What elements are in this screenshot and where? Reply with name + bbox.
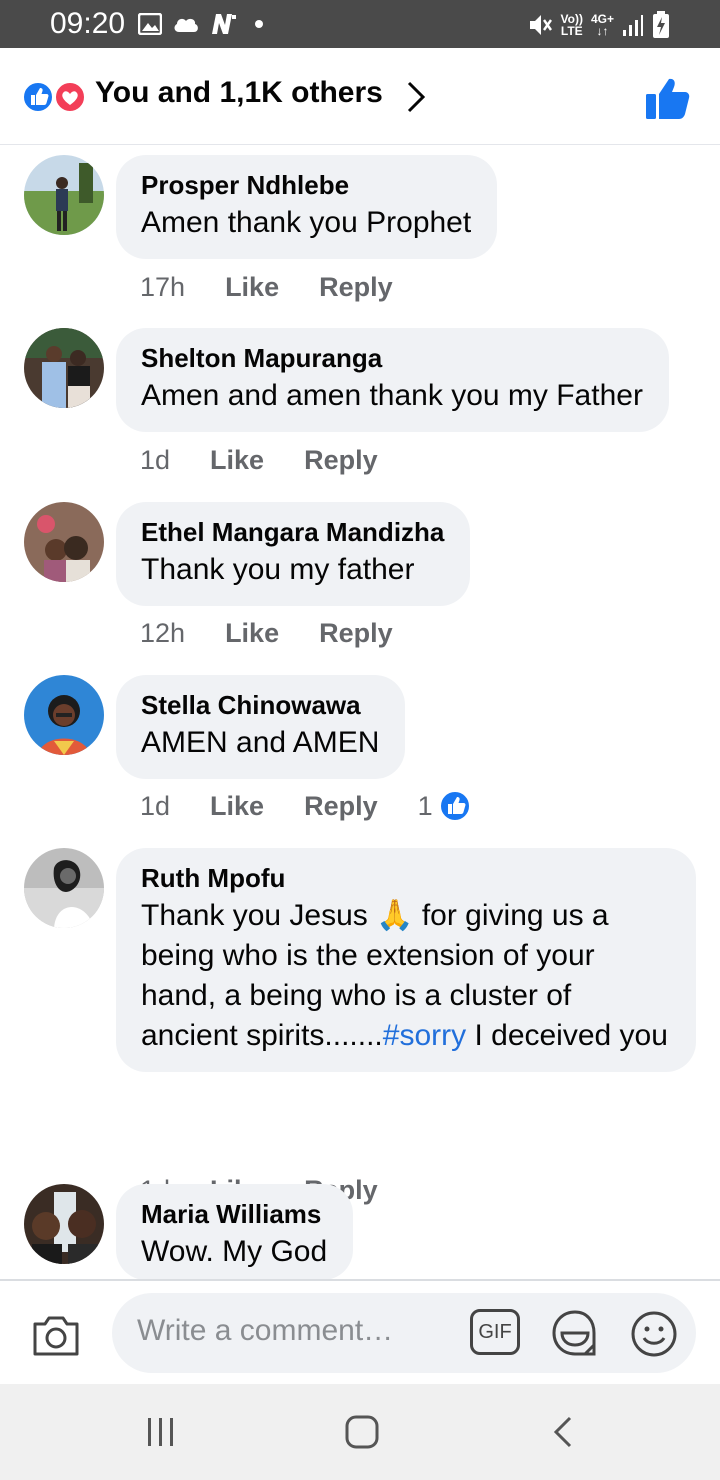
avatar-photo — [24, 328, 104, 408]
avatar[interactable] — [24, 1184, 104, 1264]
comment-time: 1d — [140, 444, 171, 475]
battery-charging-icon — [653, 11, 669, 38]
comment-author[interactable]: Prosper Ndhlebe — [141, 169, 471, 201]
like-link[interactable]: Like — [210, 445, 264, 476]
mute-icon — [529, 15, 552, 35]
smiley-icon[interactable] — [630, 1310, 678, 1358]
camera-icon[interactable] — [31, 1312, 81, 1358]
comment-text: Thank you Jesus 🙏 for giving us a being … — [141, 896, 670, 1056]
avatar[interactable] — [24, 502, 104, 582]
n-app-icon — [212, 14, 236, 34]
network-label-bottom: LTE — [560, 24, 583, 38]
comment-bubble[interactable]: Prosper Ndhlebe Amen thank you Prophet — [116, 155, 498, 259]
comment-text: Thank you my father — [141, 553, 415, 586]
comment-bubble[interactable]: Stella Chinowawa AMEN and AMEN — [116, 675, 406, 779]
comment-author[interactable]: Ethel Mangara Mandizha — [141, 516, 444, 548]
recent-apps-icon[interactable] — [145, 1414, 177, 1450]
home-icon[interactable] — [344, 1414, 380, 1450]
dot-icon — [255, 20, 263, 28]
comment-actions: 1d Like Reply 1 — [140, 786, 471, 826]
reaction-count-number: 1 — [417, 790, 433, 821]
comment-text: Amen and amen thank you my Father — [141, 379, 643, 412]
reply-link[interactable]: Reply — [319, 272, 393, 303]
gif-icon[interactable]: GIF — [470, 1309, 520, 1355]
hashtag-link[interactable]: #sorry — [383, 1019, 466, 1052]
like-badge-icon — [438, 790, 471, 822]
reply-link[interactable]: Reply — [319, 618, 393, 649]
status-right-icons: Vo)) LTE 4G+ ↓↑ — [527, 10, 670, 40]
status-left-icons — [138, 10, 270, 38]
sticker-icon[interactable] — [550, 1309, 600, 1359]
comment-actions: 1d Like Reply — [140, 440, 378, 480]
status-time: 09:20 — [50, 7, 126, 40]
reaction-summary[interactable]: You and 1,1K others — [95, 76, 383, 110]
signal-icon — [623, 15, 643, 36]
like-link[interactable]: Like — [210, 791, 264, 822]
gif-label: GIF — [478, 1320, 512, 1343]
comment-text-end: I deceived you — [466, 1019, 668, 1052]
avatar-photo — [24, 502, 104, 582]
comment-input[interactable]: Write a comment… GIF — [112, 1293, 696, 1373]
comment-actions: 17h Like Reply — [140, 267, 393, 307]
comment-text: Amen thank you Prophet — [141, 206, 472, 239]
avatar-photo — [24, 155, 104, 235]
comment-text: Wow. My God — [141, 1235, 328, 1268]
comment-text-start: Thank you Jesus — [141, 899, 368, 932]
thumbs-up-icon[interactable] — [644, 76, 690, 120]
comment-author[interactable]: Ruth Mpofu — [141, 862, 670, 894]
status-bar: 09:20 Vo)) LTE 4G+ ↓↑ — [0, 0, 720, 48]
like-link[interactable]: Like — [225, 272, 279, 303]
comment-bubble[interactable]: Maria Williams Wow. My God — [116, 1184, 354, 1280]
avatar[interactable] — [24, 155, 104, 235]
reactions-header[interactable]: You and 1,1K others — [0, 48, 720, 145]
love-reaction-icon — [54, 81, 86, 113]
back-icon[interactable] — [550, 1414, 576, 1450]
comment-time: 1d — [140, 790, 171, 821]
network-label: Vo)) LTE — [561, 13, 583, 37]
comment-text: AMEN and AMEN — [141, 726, 380, 759]
chevron-right-icon[interactable] — [403, 80, 429, 114]
data-arrows-icon: ↓↑ — [596, 24, 609, 38]
avatar-photo — [24, 848, 104, 928]
like-reaction-icon — [22, 81, 54, 113]
like-link[interactable]: Like — [225, 618, 279, 649]
comment-bubble[interactable]: Shelton Mapuranga Amen and amen thank yo… — [116, 328, 669, 432]
avatar[interactable] — [24, 328, 104, 408]
pray-emoji: 🙏 — [376, 899, 414, 932]
cloud-icon — [174, 18, 198, 32]
comment-placeholder: Write a comment… — [137, 1314, 394, 1347]
network-type: 4G+ ↓↑ — [591, 13, 614, 37]
reaction-count[interactable]: 1 — [418, 790, 471, 822]
comment-time: 12h — [140, 617, 186, 648]
comment-bubble[interactable]: Ethel Mangara Mandizha Thank you my fath… — [116, 502, 471, 606]
avatar[interactable] — [24, 848, 104, 928]
comment-bubble[interactable]: Ruth Mpofu Thank you Jesus 🙏 for giving … — [116, 848, 696, 1072]
avatar[interactable] — [24, 675, 104, 755]
avatar-photo — [24, 1184, 104, 1264]
reply-link[interactable]: Reply — [304, 791, 378, 822]
avatar-photo — [24, 675, 104, 755]
reply-link[interactable]: Reply — [304, 445, 378, 476]
reaction-icons — [22, 81, 86, 113]
comment-time: 17h — [140, 271, 186, 302]
image-icon — [138, 13, 162, 35]
android-nav-bar — [0, 1384, 720, 1480]
comment-composer: Write a comment… GIF — [0, 1279, 720, 1386]
comment-author[interactable]: Maria Williams — [141, 1198, 327, 1230]
comment-author[interactable]: Stella Chinowawa — [141, 689, 379, 721]
comments-sheet: You and 1,1K others Prosper Ndhlebe Amen… — [0, 48, 720, 1480]
comment-author[interactable]: Shelton Mapuranga — [141, 342, 643, 374]
comment-actions: 12h Like Reply — [140, 613, 393, 653]
